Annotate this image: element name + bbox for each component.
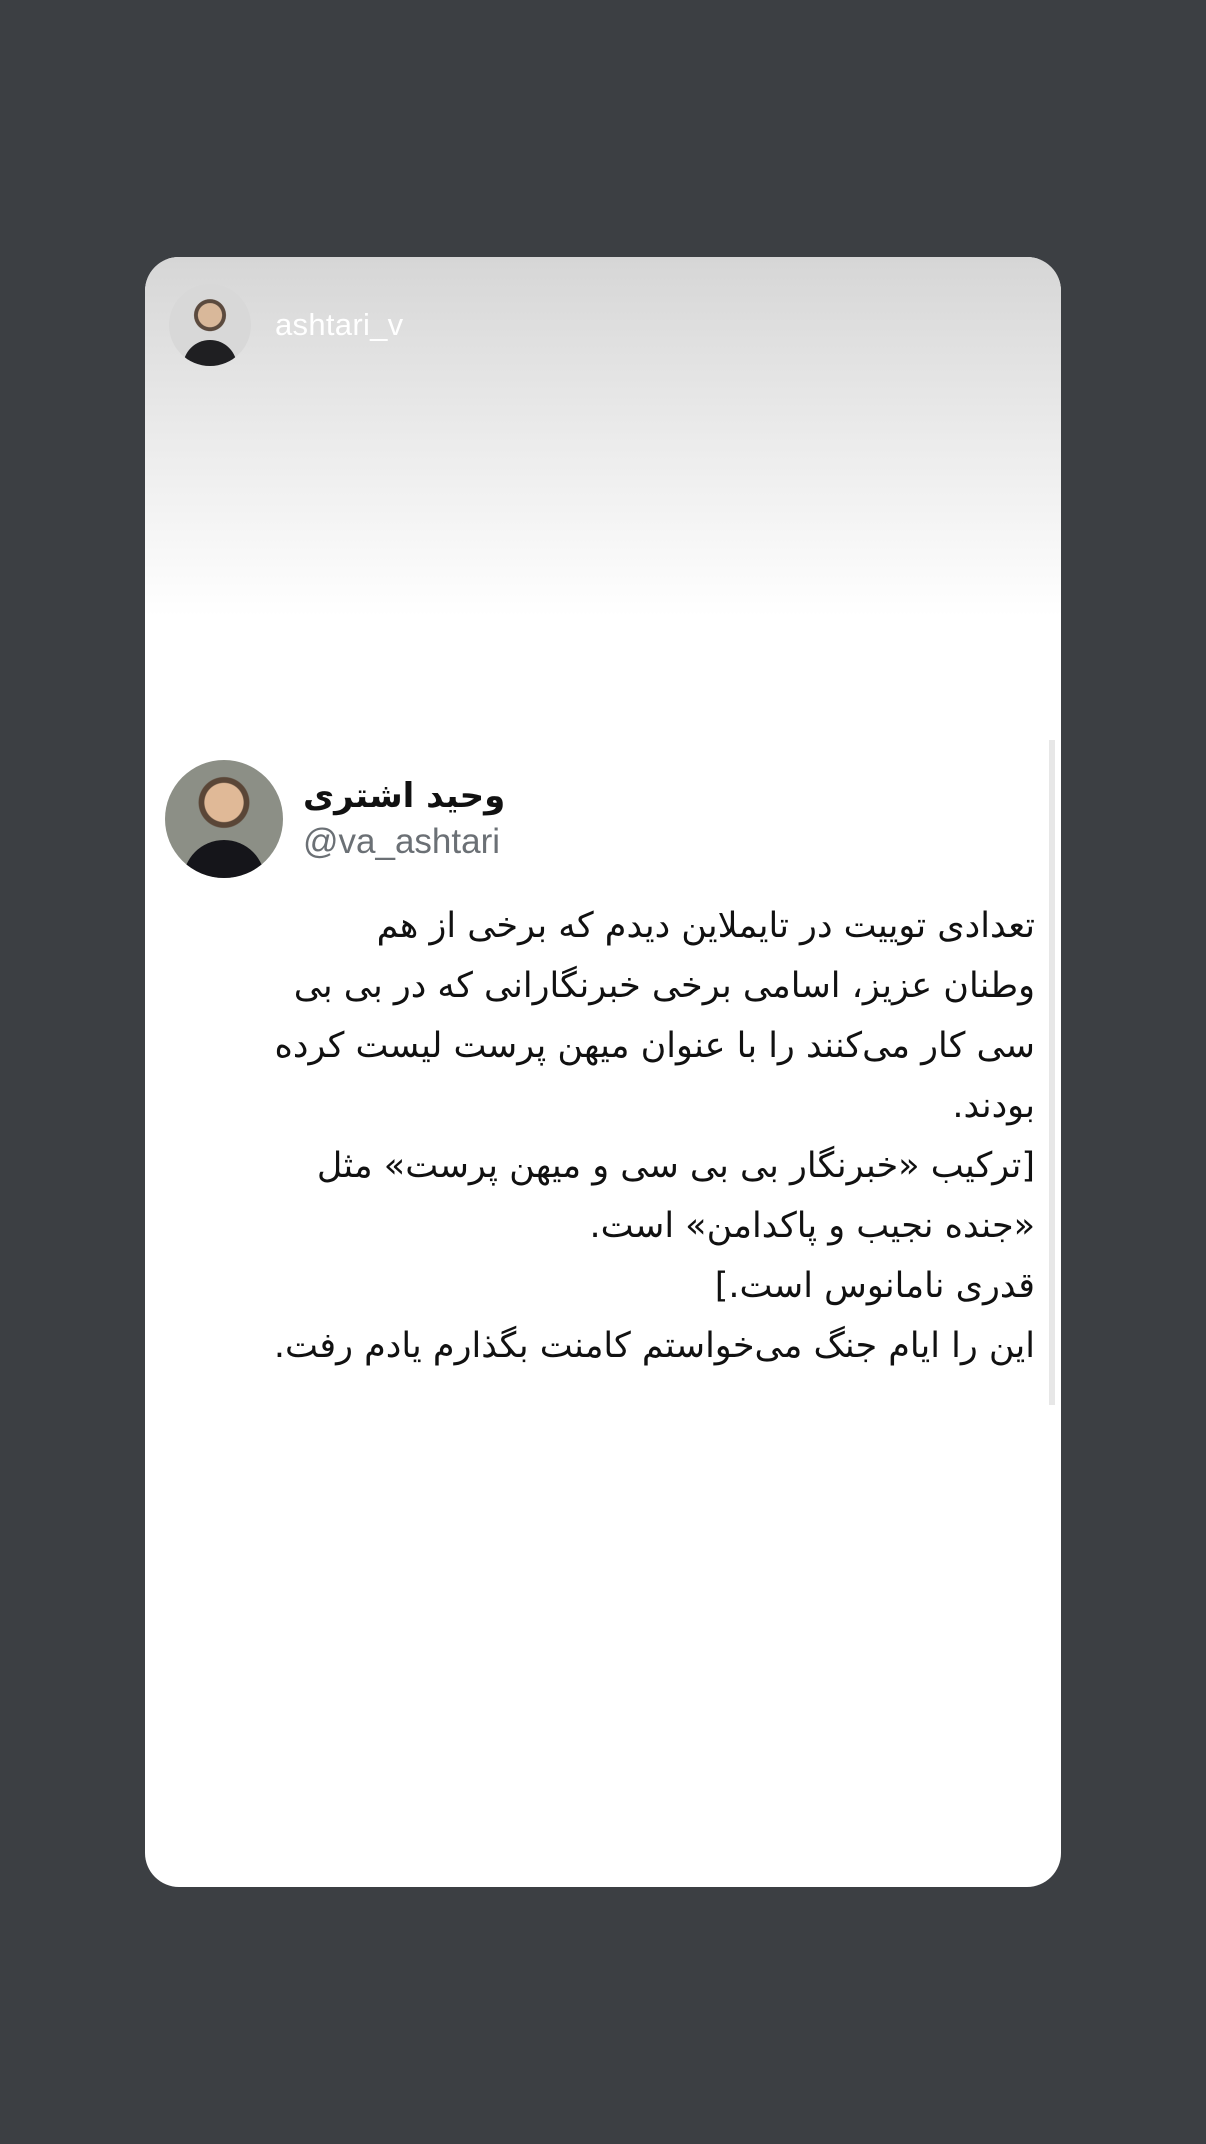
tweet-text-line: این را ایام جنگ می‌خواستم کامنت بگذارم ی… bbox=[273, 1326, 1035, 1366]
tweet-header: وحید اشتری @va_ashtari bbox=[165, 760, 1035, 878]
tweet-author-names: وحید اشتری @va_ashtari bbox=[303, 773, 505, 865]
tweet-text-line: [ترکیب «خبرنگار بی بی سی و میهن پرست» مث… bbox=[316, 1146, 1035, 1186]
story-card: ashtari_v وحید اشتری @va_ashtari تعدادی … bbox=[145, 257, 1061, 1887]
tweet-text-line: بودند. bbox=[952, 1086, 1035, 1126]
tweet-handle: @va_ashtari bbox=[303, 822, 501, 861]
story-username[interactable]: ashtari_v bbox=[275, 307, 404, 343]
tweet-text-line: قدری نامانوس است.] bbox=[714, 1266, 1035, 1306]
tweet-text-line: «جنده نجیب و پاکدامن» است. bbox=[589, 1206, 1036, 1246]
tweet-text-line: سی کار می‌کنند را با عنوان میهن پرست لیس… bbox=[274, 1026, 1035, 1066]
tweet-author-avatar bbox=[165, 760, 283, 878]
tweet-display-name: وحید اشتری bbox=[303, 776, 506, 816]
tweet-text-line: تعدادی توییت در تایملاین دیدم که برخی از… bbox=[376, 906, 1035, 946]
story-header: ashtari_v bbox=[169, 284, 404, 366]
story-avatar[interactable] bbox=[169, 284, 251, 366]
tweet-screenshot: وحید اشتری @va_ashtari تعدادی توییت در ت… bbox=[165, 760, 1035, 1376]
tweet-text: تعدادی توییت در تایملاین دیدم که برخی از… bbox=[165, 896, 1035, 1376]
screenshot-edge bbox=[1049, 740, 1055, 1405]
tweet-text-line: وطنان عزیز، اسامی برخی خبرنگارانی که در … bbox=[293, 966, 1035, 1006]
